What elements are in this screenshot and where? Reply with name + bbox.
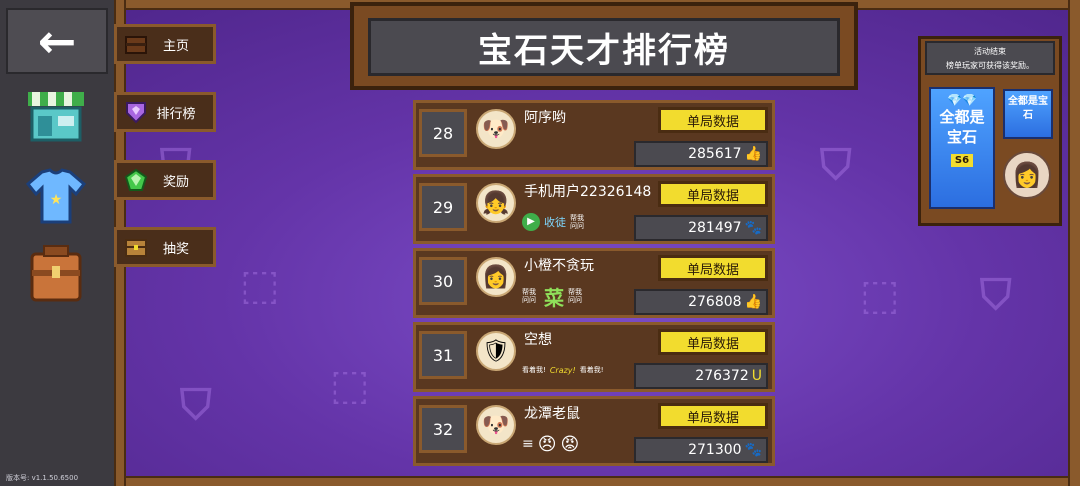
backpack-icon[interactable] xyxy=(24,244,88,304)
bg-pattern-icon: ⛉ xyxy=(820,140,852,189)
bg-pattern-icon: ⬚ xyxy=(860,270,900,319)
tab-label: 奖励 xyxy=(162,174,189,190)
rank-number: 30 xyxy=(419,257,467,305)
avatar[interactable]: 👧 xyxy=(476,183,516,223)
badge: 看着我! xyxy=(522,366,546,374)
left-rail: ← ★ 版本号: v1.1.50.6500 xyxy=(0,0,117,486)
rank-row: 30 👩 小橙不贪玩 帮我问问 菜 帮我问问 单局数据 276808 👍 xyxy=(413,248,775,318)
arrow-left-icon: ← xyxy=(37,14,77,68)
player-name: 龙潭老鼠 xyxy=(524,406,580,422)
page-title: 宝石天才排行榜 xyxy=(478,30,730,71)
badge: Crazy! xyxy=(549,365,576,375)
bg-pattern-icon: ⬚ xyxy=(330,360,370,409)
svg-text:★: ★ xyxy=(50,192,63,208)
tab-rewards[interactable]: 奖励 xyxy=(114,160,216,200)
version-label: 版本号: v1.1.50.6500 xyxy=(6,474,79,482)
avatar[interactable]: 🐶 xyxy=(476,405,516,445)
paw-icon: 🐾 xyxy=(744,220,762,236)
badge: 收徒 xyxy=(544,216,566,229)
badge: 菜 xyxy=(544,285,564,310)
score-box: 281497 🐾 xyxy=(634,215,768,241)
score-value: 281497 xyxy=(688,220,742,236)
rank-number: 32 xyxy=(419,405,467,453)
tab-label: 排行榜 xyxy=(156,106,196,122)
rank-row: 32 🐶 龙潭老鼠 ≡ 😠 😡 单局数据 271300 🐾 xyxy=(413,396,775,466)
score-box: 271300 🐾 xyxy=(634,437,768,463)
rank-row: 29 👧 手机用户22326148 ▶ 收徒 帮我问问 单局数据 281497 … xyxy=(413,174,775,244)
score-value: 285617 xyxy=(688,146,742,162)
paw-icon: 🐾 xyxy=(744,442,762,458)
activity-poster[interactable]: 💎💎 全都是宝石 S6 xyxy=(929,87,995,209)
rank-number: 29 xyxy=(419,183,467,231)
bg-pattern-icon: ⛉ xyxy=(980,270,1012,319)
thumbs-up-icon: 👍 xyxy=(744,146,762,162)
badge: 帮我问问 xyxy=(570,214,584,230)
title-banner: 宝石天才排行榜 xyxy=(350,2,858,90)
play-icon: ▶ xyxy=(522,213,540,231)
poster-tag: S6 xyxy=(950,154,974,167)
avatar[interactable]: 👩 xyxy=(476,257,516,297)
single-game-data-button[interactable]: 单局数据 xyxy=(658,403,768,429)
score-box: 285617 👍 xyxy=(634,141,768,167)
angry-face-icon: 😠 xyxy=(537,433,557,455)
treasure-chest-icon xyxy=(123,234,149,260)
poster-gems-icon: 💎💎 xyxy=(947,93,977,107)
badge-row: 帮我问问 菜 帮我问问 xyxy=(522,283,586,310)
reward-avatar: 👩 xyxy=(1003,151,1051,199)
rank-number: 28 xyxy=(419,109,467,157)
activity-mini-poster[interactable]: 全都是宝石 xyxy=(1003,89,1053,139)
rank-row: 31 🛡 空想 看着我! Crazy! 看着我! 单局数据 276372 Ս xyxy=(413,322,775,392)
activity-header: 活动结束 榜单玩家可获得该奖励。 xyxy=(925,41,1055,75)
frame-bottom xyxy=(114,476,1080,486)
tab-lottery[interactable]: 抽奖 xyxy=(114,227,216,267)
avatar[interactable]: 🛡 xyxy=(476,331,516,371)
activity-status: 活动结束 xyxy=(974,47,1006,56)
bg-pattern-icon: ⬚ xyxy=(240,260,280,309)
player-name: 小橙不贪玩 xyxy=(524,258,594,274)
badge: 帮我问问 xyxy=(568,288,582,304)
rank-row: 28 🐶 阿序哟 单局数据 285617 👍 xyxy=(413,100,775,170)
player-name: 手机用户22326148 xyxy=(524,184,652,200)
green-gem-icon xyxy=(123,167,149,193)
avatar[interactable]: 🐶 xyxy=(476,109,516,149)
angry-face-icon: 😡 xyxy=(560,433,580,455)
tab-label: 主页 xyxy=(162,38,189,54)
tab-leaderboard[interactable]: 排行榜 xyxy=(114,92,216,132)
stack-icon: ≡ xyxy=(522,436,534,452)
back-button[interactable]: ← xyxy=(6,8,108,74)
shop-icon[interactable] xyxy=(24,86,88,146)
bg-pattern-icon: ⛉ xyxy=(180,380,212,429)
badge-row: ≡ 😠 😡 xyxy=(522,431,579,457)
single-game-data-button[interactable]: 单局数据 xyxy=(658,181,768,207)
activity-note: 榜单玩家可获得该奖励。 xyxy=(946,61,1034,70)
frame-right xyxy=(1068,0,1080,486)
activity-panel[interactable]: 活动结束 榜单玩家可获得该奖励。 💎💎 全都是宝石 S6 全都是宝石 👩 xyxy=(918,36,1062,226)
score-box: 276808 👍 xyxy=(634,289,768,315)
score-value: 276808 xyxy=(688,294,742,310)
shield-gem-icon xyxy=(123,99,149,125)
horseshoe-icon: Ս xyxy=(751,368,762,384)
chest-icon xyxy=(123,31,149,57)
player-name: 阿序哟 xyxy=(524,110,566,126)
tshirt-icon[interactable]: ★ xyxy=(24,166,88,226)
poster-title: 全都是宝石 xyxy=(939,108,985,146)
tab-home[interactable]: 主页 xyxy=(114,24,216,64)
badge: 看着我! xyxy=(579,366,604,374)
badge-row: 看着我! Crazy! 看着我! xyxy=(522,357,604,383)
score-value: 271300 xyxy=(688,442,742,458)
badge-row: ▶ 收徒 帮我问问 xyxy=(522,209,588,235)
rank-number: 31 xyxy=(419,331,467,379)
single-game-data-button[interactable]: 单局数据 xyxy=(658,329,768,355)
badge: 帮我问问 xyxy=(522,288,536,304)
thumbs-up-icon: 👍 xyxy=(744,294,762,310)
rank-list[interactable]: 28 🐶 阿序哟 单局数据 285617 👍 29 👧 手机用户22326148… xyxy=(413,100,775,476)
score-value: 276372 xyxy=(695,368,749,384)
tab-label: 抽奖 xyxy=(162,241,189,257)
score-box: 276372 Ս xyxy=(634,363,768,389)
single-game-data-button[interactable]: 单局数据 xyxy=(658,107,768,133)
player-name: 空想 xyxy=(524,332,552,348)
single-game-data-button[interactable]: 单局数据 xyxy=(658,255,768,281)
title-panel: 宝石天才排行榜 xyxy=(368,18,840,76)
